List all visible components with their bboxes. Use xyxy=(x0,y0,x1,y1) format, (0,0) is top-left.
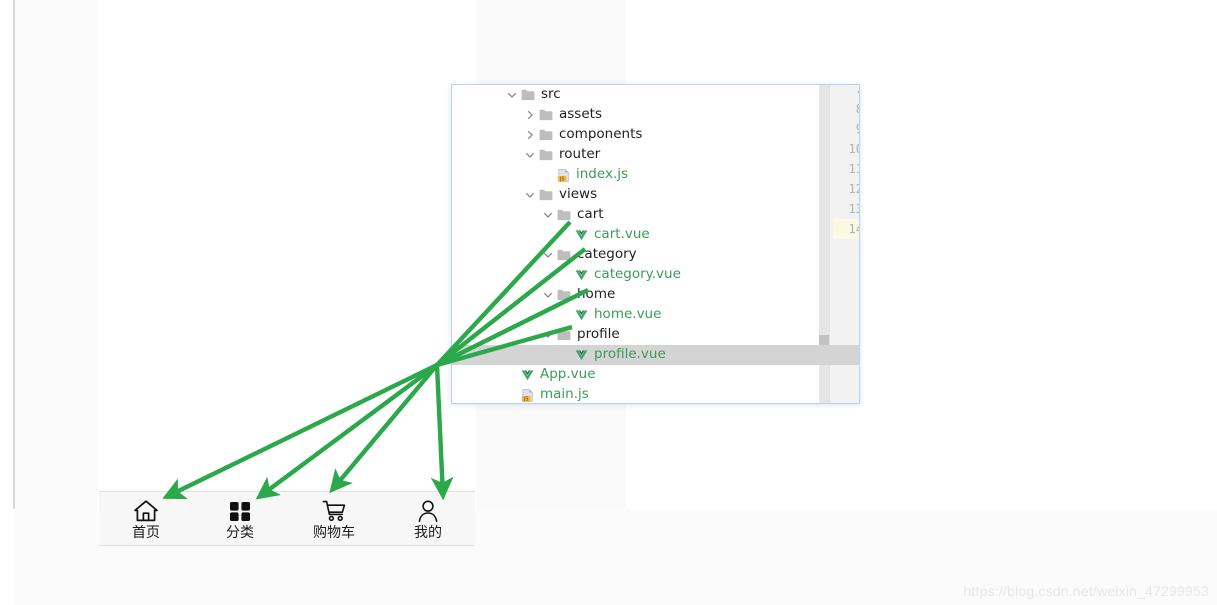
chevron-down-icon[interactable] xyxy=(524,149,536,161)
file-tree-row[interactable]: category.vue xyxy=(452,265,859,285)
vue-file-icon xyxy=(521,370,534,381)
cart-icon xyxy=(321,498,347,524)
file-tree-row[interactable]: views xyxy=(452,185,859,205)
file-tree-row[interactable]: cart.vue xyxy=(452,225,859,245)
file-tree-row-label: cart xyxy=(577,206,604,223)
file-tree-row-label: index.js xyxy=(576,166,629,183)
tab-item-category[interactable]: 分类 xyxy=(193,492,287,545)
chevron-right-icon[interactable] xyxy=(524,129,536,141)
chevron-down-icon[interactable] xyxy=(542,289,554,301)
tab-item-profile[interactable]: 我的 xyxy=(381,492,475,545)
file-tree-row[interactable]: home xyxy=(452,285,859,305)
file-tree-row[interactable]: profile.vue xyxy=(452,345,859,365)
chevron-down-icon[interactable] xyxy=(542,249,554,261)
js-file-icon: JS xyxy=(557,168,569,182)
svg-text:JS: JS xyxy=(559,176,564,181)
file-tree-row[interactable]: category xyxy=(452,245,859,265)
vue-file-icon xyxy=(575,350,588,361)
project-file-tree-panel: 7891011121314 srcassetscomponentsrouterJ… xyxy=(451,84,860,404)
chevron-down-icon[interactable] xyxy=(542,329,554,341)
folder-icon xyxy=(521,89,535,101)
tab-label-home: 首页 xyxy=(132,524,160,541)
chevron-down-icon[interactable] xyxy=(506,89,518,101)
mobile-tab-bar: 首页 分类 购物车 我的 xyxy=(99,491,475,546)
vue-file-icon xyxy=(575,230,588,241)
file-tree-row[interactable]: assets xyxy=(452,105,859,125)
grid-icon xyxy=(227,498,253,524)
file-tree-row[interactable]: JS index.js xyxy=(452,165,859,185)
file-tree-row[interactable]: home.vue xyxy=(452,305,859,325)
file-tree-row[interactable]: router xyxy=(452,145,859,165)
file-tree-list: src assets components router JS index.js views… xyxy=(452,85,859,403)
folder-icon xyxy=(539,189,553,201)
tab-label-profile: 我的 xyxy=(414,524,442,541)
chevron-right-icon[interactable] xyxy=(524,109,536,121)
file-tree-row[interactable]: cart xyxy=(452,205,859,225)
tab-item-home[interactable]: 首页 xyxy=(99,492,193,545)
folder-icon xyxy=(557,329,571,341)
file-tree-row-label: category.vue xyxy=(594,266,681,283)
vue-file-icon xyxy=(575,270,588,281)
folder-icon xyxy=(557,289,571,301)
person-icon xyxy=(415,498,441,524)
file-tree-row-label: main.js xyxy=(540,386,589,403)
file-tree-row[interactable]: components xyxy=(452,125,859,145)
file-tree-row-label: components xyxy=(559,126,643,143)
folder-icon xyxy=(539,109,553,121)
watermark-text: https://blog.csdn.net/weixin_47299953 xyxy=(963,583,1209,599)
file-tree-row-label: views xyxy=(559,186,598,203)
background-bottom-left-edge xyxy=(0,509,15,605)
chevron-down-icon[interactable] xyxy=(542,209,554,221)
vue-file-icon xyxy=(575,310,588,321)
tab-label-category: 分类 xyxy=(226,524,254,541)
js-file-icon: JS xyxy=(521,388,533,402)
home-icon xyxy=(133,498,159,524)
file-tree-row[interactable]: src xyxy=(452,85,859,105)
file-tree-row-label: router xyxy=(559,146,601,163)
svg-text:JS: JS xyxy=(523,396,528,401)
file-tree-row-label: profile xyxy=(577,326,620,343)
file-tree-row-label: App.vue xyxy=(540,366,596,383)
tab-label-cart: 购物车 xyxy=(313,524,355,541)
folder-icon xyxy=(539,129,553,141)
file-tree-row[interactable]: App.vue xyxy=(452,365,859,385)
folder-icon xyxy=(539,149,553,161)
file-tree-row-label: cart.vue xyxy=(594,226,650,243)
file-tree-row[interactable]: JS main.js xyxy=(452,385,859,403)
file-tree-row-label: home.vue xyxy=(594,306,662,323)
tab-item-cart[interactable]: 购物车 xyxy=(287,492,381,545)
folder-icon xyxy=(557,249,571,261)
file-tree-row-label: home xyxy=(577,286,616,303)
file-tree-row-label: profile.vue xyxy=(594,346,666,363)
chevron-down-icon[interactable] xyxy=(524,189,536,201)
file-tree-row-label: src xyxy=(541,86,561,103)
file-tree-row-label: category xyxy=(577,246,637,263)
file-tree-row[interactable]: profile xyxy=(452,325,859,345)
file-tree-row-label: assets xyxy=(559,106,602,123)
folder-icon xyxy=(557,209,571,221)
